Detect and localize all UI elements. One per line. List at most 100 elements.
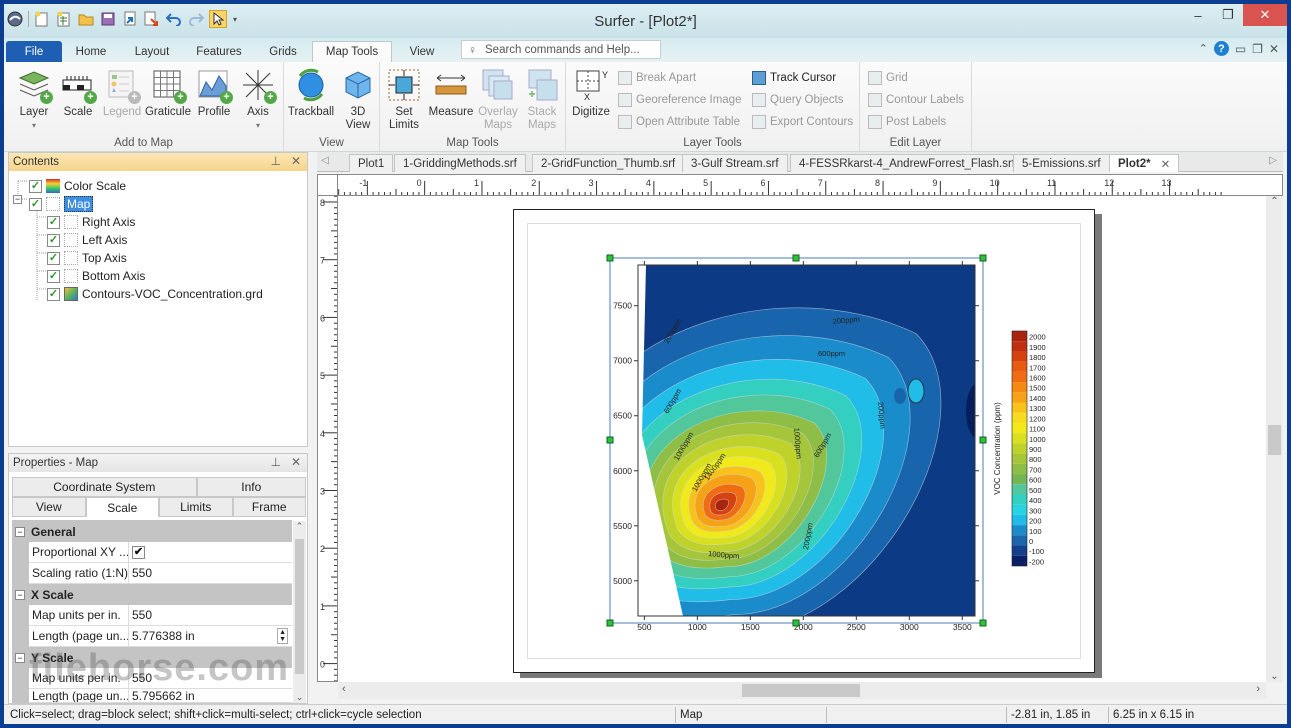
tab-file[interactable]: File xyxy=(6,41,62,62)
properties-scrollbar[interactable]: ⌃ ⌄ xyxy=(293,521,306,703)
measure-button[interactable]: Measure xyxy=(426,68,476,119)
tab-limits[interactable]: Limits xyxy=(159,497,233,517)
trackball-button[interactable]: Trackball xyxy=(286,68,336,119)
spinner-icon[interactable]: ▲ ▼ xyxy=(277,628,288,644)
3d-view-button[interactable]: 3D View xyxy=(336,68,380,132)
scroll-down-icon[interactable]: ⌄ xyxy=(293,692,306,703)
graticule-button[interactable]: + Graticule xyxy=(144,68,192,119)
horizontal-scroll-thumb[interactable] xyxy=(742,684,860,697)
collapse-section-icon[interactable]: − xyxy=(15,589,25,600)
contour-map[interactable]: 500 1000 1500 2000 2500 3000 35007500700065006… xyxy=(338,196,1266,682)
checkbox-checked[interactable]: ✓ xyxy=(29,179,42,193)
collapse-map-toggle[interactable]: − xyxy=(13,195,22,204)
close-panel-icon[interactable]: ✕ xyxy=(291,154,301,168)
close-panel-icon[interactable]: ✕ xyxy=(291,455,301,469)
collapse-ribbon-icon[interactable]: ⌃ xyxy=(1199,42,1208,55)
tab-frame[interactable]: Frame xyxy=(232,497,306,517)
doc-tab[interactable]: 4-FESSRkarst-4_AndrewForrest_Flash.srf xyxy=(790,154,1025,172)
help-icon[interactable]: ? xyxy=(1213,41,1229,56)
tab-grids[interactable]: Grids xyxy=(258,41,308,62)
section-x-scale[interactable]: − X Scale xyxy=(12,584,292,605)
pin-icon[interactable]: ⊥ xyxy=(270,154,280,168)
scroll-right-icon[interactable]: › xyxy=(1256,683,1260,695)
scaling-ratio-field[interactable]: 550 xyxy=(129,563,292,584)
tree-item-color-scale[interactable]: ✓ Color Scale xyxy=(29,177,126,195)
scroll-down-icon[interactable]: ⌄ xyxy=(1266,671,1283,682)
break-apart-button[interactable]: Break Apart xyxy=(618,68,696,88)
doc-tab[interactable]: 3-Gulf Stream.srf xyxy=(682,154,788,172)
x-length-field[interactable]: 5.776388 in ▲ ▼ xyxy=(129,626,292,647)
tree-item-contours-layer[interactable]: ✓ Contours-VOC_Concentration.grd xyxy=(47,285,263,303)
vertical-scrollbar[interactable]: ⌃ ⌄ xyxy=(1266,196,1283,682)
section-general[interactable]: − General xyxy=(12,521,292,542)
scroll-left-icon[interactable]: ‹ xyxy=(342,683,346,695)
restore-button[interactable]: ❐ xyxy=(1213,4,1243,26)
doc-close-icon[interactable]: ✕ xyxy=(1269,42,1279,56)
stack-maps-button[interactable]: Stack Maps xyxy=(520,68,564,132)
pin-icon[interactable]: ⊥ xyxy=(270,455,280,469)
checkbox-checked[interactable]: ✓ xyxy=(47,251,60,265)
close-tab-icon[interactable]: ✕ xyxy=(1161,157,1171,171)
checkbox-checked[interactable]: ✓ xyxy=(47,233,60,247)
checkbox-checked[interactable]: ✓ xyxy=(47,269,60,283)
tab-view[interactable]: View xyxy=(398,41,446,62)
collapse-section-icon[interactable]: − xyxy=(15,652,25,663)
legend-button[interactable]: + Legend xyxy=(100,68,144,119)
tab-scale[interactable]: Scale xyxy=(85,497,159,517)
close-button[interactable]: ✕ xyxy=(1243,4,1287,26)
georeference-image-button[interactable]: Georeference Image xyxy=(618,90,741,110)
tab-map-tools[interactable]: Map Tools xyxy=(312,41,392,62)
contour-labels-button[interactable]: Contour Labels xyxy=(868,90,964,110)
query-objects-button[interactable]: Query Objects xyxy=(752,90,844,110)
checkbox-checked[interactable]: ✓ xyxy=(47,287,60,301)
doc-tab-active[interactable]: Plot2* ✕ xyxy=(1109,154,1180,172)
tabs-scroll-right-icon[interactable]: ▷ xyxy=(1269,155,1277,166)
tree-item-right-axis[interactable]: ✓ Right Axis xyxy=(47,213,135,231)
tree-item-bottom-axis[interactable]: ✓ Bottom Axis xyxy=(47,267,145,285)
tab-layout[interactable]: Layout xyxy=(124,41,180,62)
post-labels-button[interactable]: Post Labels xyxy=(868,112,946,132)
checkbox-checked[interactable]: ✓ xyxy=(47,215,60,229)
tabs-scroll-left-icon[interactable]: ◁ xyxy=(321,155,329,166)
y-length-field[interactable]: 5.795662 in xyxy=(129,689,292,703)
tab-home[interactable]: Home xyxy=(66,41,116,62)
color-scale-swatch xyxy=(1012,382,1027,393)
scroll-up-icon[interactable]: ⌃ xyxy=(1266,196,1283,207)
export-contours-button[interactable]: Export Contours xyxy=(752,112,853,132)
collapse-section-icon[interactable]: − xyxy=(15,526,25,537)
tree-item-left-axis[interactable]: ✓ Left Axis xyxy=(47,231,127,249)
tab-info[interactable]: Info xyxy=(196,477,306,497)
checkbox-checked[interactable]: ✓ xyxy=(29,197,42,211)
doc-tab[interactable]: 2-GridFunction_Thumb.srf xyxy=(532,154,685,172)
proportional-xy-checkbox[interactable]: ✔ xyxy=(132,545,145,559)
scroll-thumb[interactable] xyxy=(295,539,304,674)
axis-button[interactable]: + Axis ▾ xyxy=(236,68,280,132)
vertical-scroll-thumb[interactable] xyxy=(1268,425,1281,455)
tab-coordinate-system[interactable]: Coordinate System xyxy=(12,477,197,497)
overlay-maps-icon xyxy=(481,68,515,102)
open-attribute-table-button[interactable]: Open Attribute Table xyxy=(618,112,740,132)
plot-canvas[interactable]: 500 1000 1500 2000 2500 3000 3500 7500 7000 6500 6… xyxy=(338,196,1266,682)
horizontal-scrollbar[interactable]: ‹ › xyxy=(338,682,1266,699)
x-map-units-field[interactable]: 550 xyxy=(129,605,292,626)
minimize-button[interactable]: – xyxy=(1183,4,1213,26)
tab-view[interactable]: View xyxy=(12,497,86,517)
overlay-maps-button[interactable]: Overlay Maps xyxy=(476,68,520,132)
scroll-up-icon[interactable]: ⌃ xyxy=(293,521,306,532)
set-limits-button[interactable]: Set Limits xyxy=(382,68,426,132)
digitize-button[interactable]: YX Digitize xyxy=(568,68,614,119)
tab-features[interactable]: Features xyxy=(188,41,250,62)
track-cursor-button[interactable]: Track Cursor xyxy=(752,68,836,88)
doc-tab[interactable]: 5-Emissions.srf xyxy=(1013,154,1110,172)
layer-button[interactable]: + Layer ▾ xyxy=(12,68,56,132)
profile-button[interactable]: + Profile xyxy=(192,68,236,119)
search-commands-input[interactable]: ♀ Search commands and Help... xyxy=(461,40,661,59)
doc-tab[interactable]: Plot1 xyxy=(349,154,394,172)
tree-item-map[interactable]: ✓ Map xyxy=(29,195,94,213)
doc-tab[interactable]: 1-GriddingMethods.srf xyxy=(394,154,526,172)
doc-minimize-icon[interactable]: ▭ xyxy=(1235,42,1246,56)
edit-grid-button[interactable]: Grid xyxy=(868,68,908,88)
scale-button[interactable]: + Scale xyxy=(56,68,100,119)
tree-item-top-axis[interactable]: ✓ Top Axis xyxy=(47,249,127,267)
doc-restore-icon[interactable]: ❐ xyxy=(1252,42,1263,56)
